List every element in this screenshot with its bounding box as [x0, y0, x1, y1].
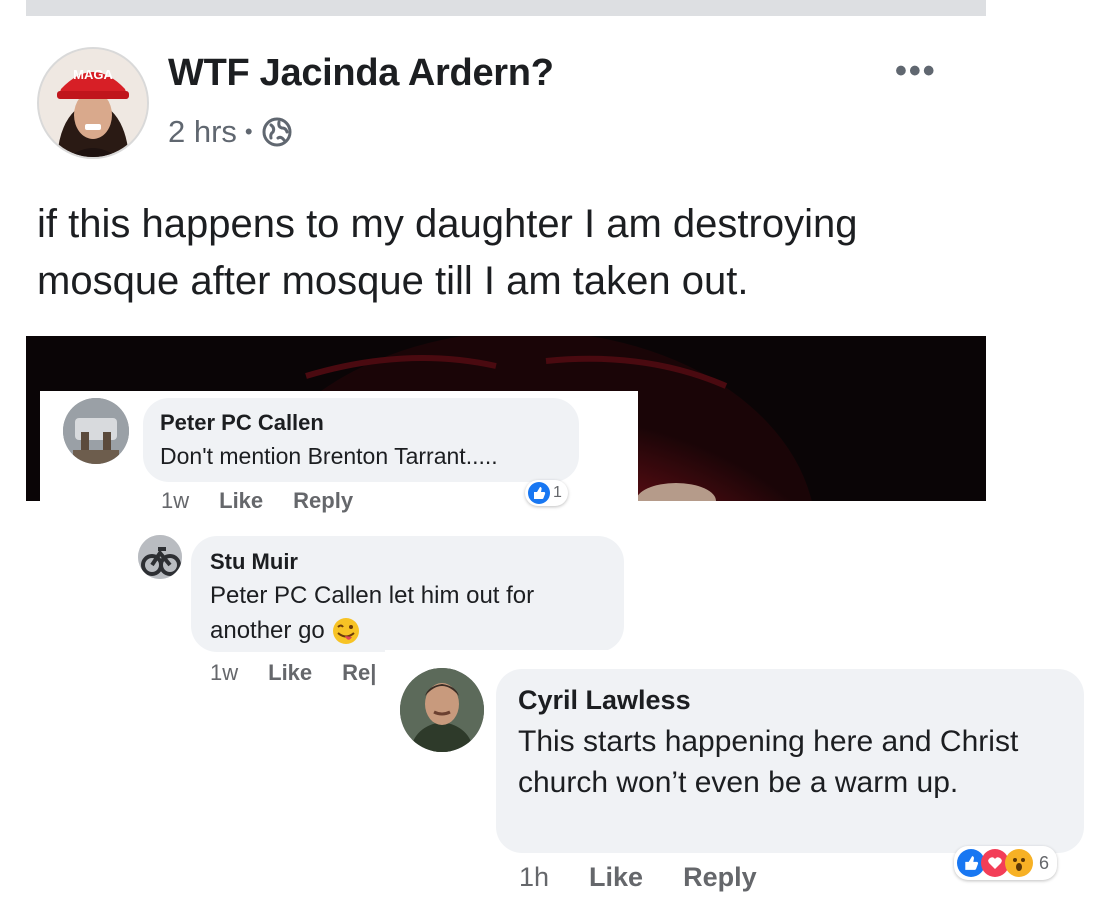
comment-text-line2: another go: [210, 617, 325, 644]
like-button[interactable]: Like: [219, 488, 263, 514]
top-divider: [26, 0, 986, 16]
comment-time[interactable]: 1w: [161, 488, 189, 514]
comment-time[interactable]: 1w: [210, 660, 238, 686]
comment-bubble-cyril: Cyril Lawless This starts happening here…: [496, 669, 1084, 853]
winking-tongue-emoji-icon: [331, 616, 361, 646]
reaction-count: 1: [553, 484, 562, 501]
comment-author[interactable]: Cyril Lawless: [518, 685, 691, 716]
meta-separator: •: [244, 119, 253, 144]
comment-text: Don't mention Brenton Tarrant.....: [160, 443, 498, 469]
comment-text: This starts happening here and Christ ch…: [518, 725, 1019, 799]
avatar-portrait-icon: MAGA: [39, 49, 147, 157]
reply-button[interactable]: Re|: [342, 660, 376, 686]
reply-button[interactable]: Reply: [293, 488, 353, 514]
reaction-count: 6: [1039, 852, 1050, 873]
comment-text-line2-row: another go: [210, 616, 361, 646]
like-button[interactable]: Like: [589, 862, 643, 893]
comment-actions-peter: 1w Like Reply: [161, 488, 353, 514]
comment-actions-stu: 1w Like Re|: [210, 660, 376, 686]
avatar-hat-text: MAGA: [73, 67, 113, 82]
comment-author[interactable]: Stu Muir: [210, 549, 298, 575]
avatar-icon: [138, 535, 182, 579]
post-meta: 2 hrs •: [168, 114, 293, 150]
post-time[interactable]: 2 hrs: [168, 114, 237, 150]
post-text: if this happens to my daughter I am dest…: [37, 202, 858, 303]
page-avatar[interactable]: MAGA: [37, 47, 149, 159]
globe-icon: [261, 116, 293, 148]
more-options-button[interactable]: •••: [895, 52, 937, 91]
comment-bubble-peter: Peter PC Callen Don't mention Brenton Ta…: [143, 398, 579, 482]
comment-avatar-cyril[interactable]: [400, 668, 484, 752]
comment-author[interactable]: Peter PC Callen: [160, 410, 324, 436]
comment-avatar-stu[interactable]: [138, 535, 182, 579]
like-reaction-icon: [528, 482, 550, 504]
reaction-badge-cyril[interactable]: 6: [954, 846, 1058, 880]
wow-reaction-icon: [1005, 849, 1033, 877]
page-title[interactable]: WTF Jacinda Ardern?: [168, 52, 554, 95]
comment-time[interactable]: 1h: [519, 862, 549, 893]
reply-button[interactable]: Reply: [683, 862, 757, 893]
avatar-portrait-icon: [400, 668, 484, 752]
comment-avatar-peter[interactable]: [63, 398, 129, 464]
comment-text-line1: Peter PC Callen let him out for: [210, 582, 535, 609]
reaction-badge-peter[interactable]: 1: [525, 480, 568, 506]
comment-bubble-stu: Stu Muir Peter PC Callen let him out for…: [191, 536, 624, 652]
like-button[interactable]: Like: [268, 660, 312, 686]
avatar-icon: [63, 398, 129, 464]
comment-actions-cyril: 1h Like Reply: [519, 862, 757, 893]
